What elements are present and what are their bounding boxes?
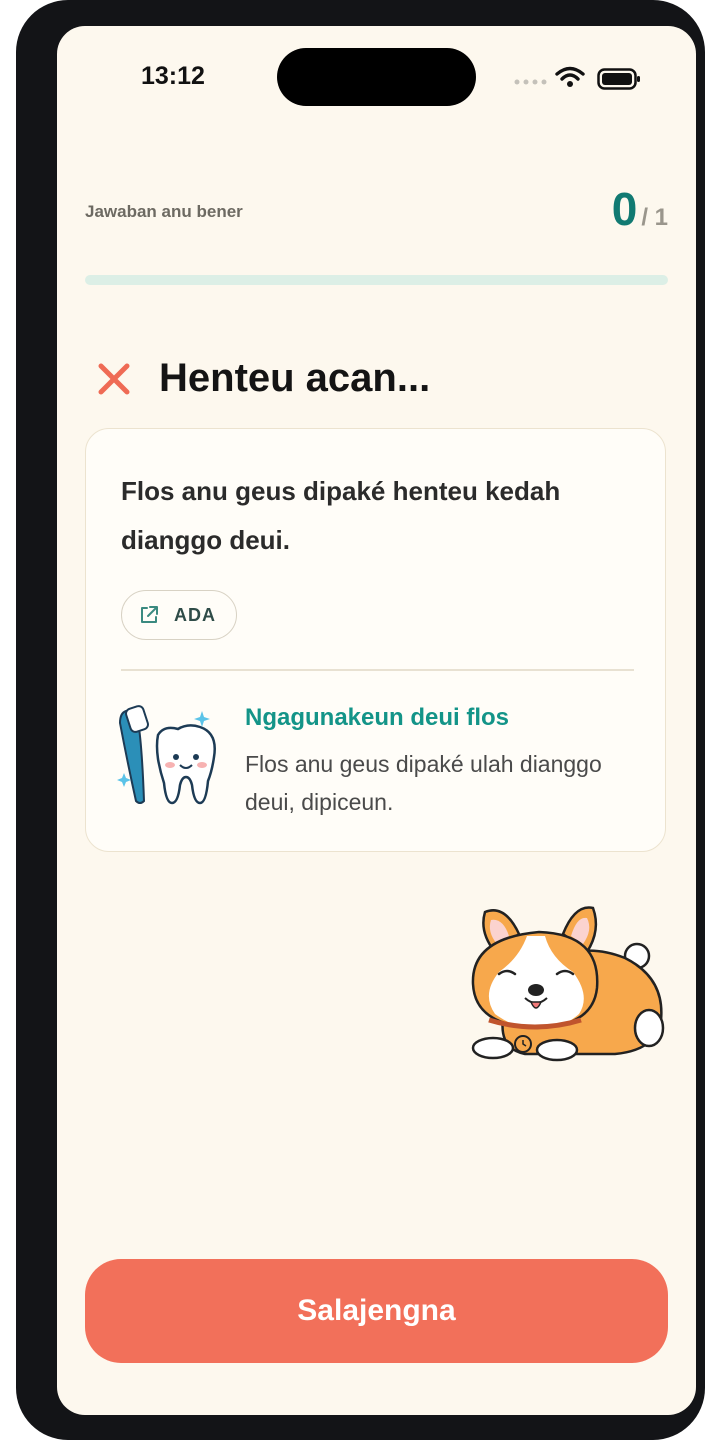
signal-icon (514, 79, 547, 85)
card-divider (121, 669, 634, 671)
result-header: Henteu acan... (97, 356, 430, 401)
status-time: 13:12 (141, 62, 205, 90)
progress-bar (85, 275, 668, 285)
wrong-x-icon (98, 363, 130, 394)
score-label: Jawaban anu bener (85, 202, 243, 221)
phone-frame: 13:12 Jawaban anu bener 0 / 1 Henteu aca… (16, 0, 705, 1440)
score-total: / 1 (641, 204, 668, 231)
wifi-icon (555, 66, 585, 87)
sleeping-corgi-illustration (471, 906, 665, 1062)
question-statement: Flos anu geus dipaké henteu kedah diangg… (121, 476, 561, 555)
dynamic-island (277, 48, 476, 106)
next-button[interactable]: Salajengna (85, 1259, 668, 1363)
answer-ada-button[interactable]: ADA (121, 590, 237, 640)
toothbrush-tooth-illustration (117, 705, 216, 805)
score-counter: 0 / 1 (612, 186, 668, 232)
battery-icon (597, 68, 640, 90)
external-link-icon (141, 606, 158, 623)
screen: 13:12 Jawaban anu bener 0 / 1 Henteu aca… (57, 26, 696, 1415)
score-correct: 0 (611, 183, 638, 235)
next-button-label: Salajengna (297, 1294, 456, 1327)
answer-ada-label: ADA (174, 604, 216, 625)
tip-body: Flos anu geus dipaké ulah dianggo deui, … (245, 751, 602, 815)
tip-title: Ngagunakeun deui flos (245, 704, 510, 731)
feedback-card: Flos anu geus dipaké henteu kedah diangg… (85, 428, 666, 852)
result-title: Henteu acan... (159, 356, 431, 400)
